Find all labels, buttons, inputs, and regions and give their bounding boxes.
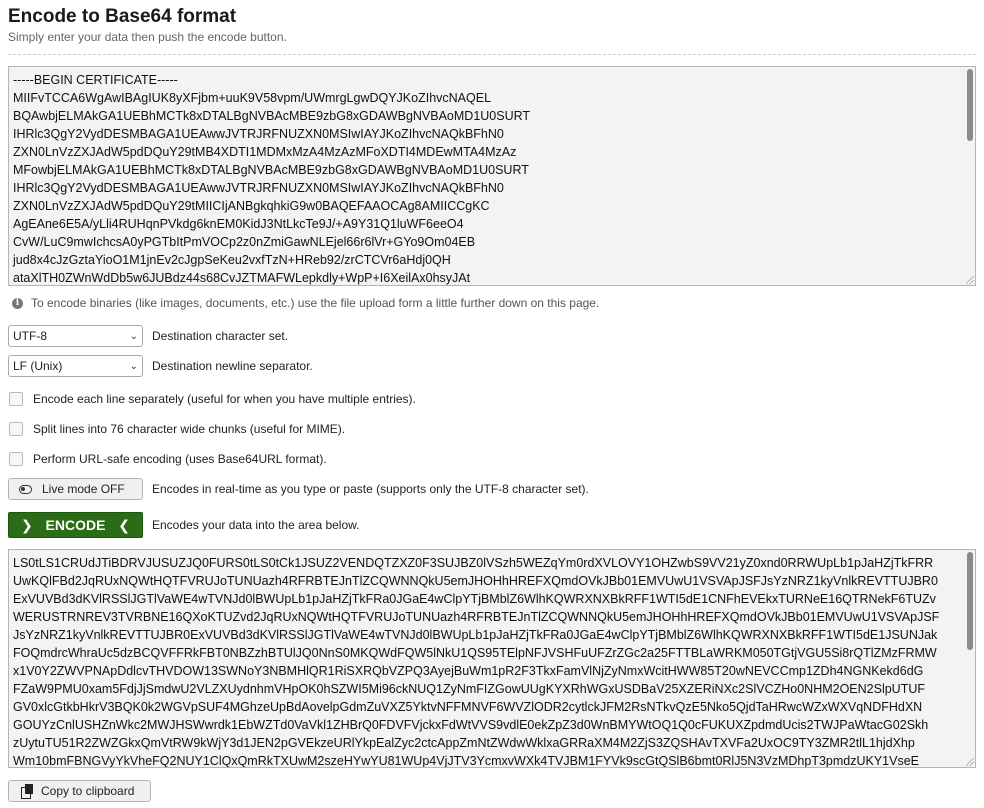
output-line: GV0xlcGtkbHkrV3BQK0k2WGVpSUF4MGhzeUpBdAo… (13, 700, 923, 714)
input-line: IHRlc3QgY2VydDESMBAGA1UEAwwJVTRJRFNUZXN0… (13, 127, 504, 141)
input-line: AgEAne6E5A/yLli4RUHqnPVkdg6knEM0KidJ3NtL… (13, 217, 464, 231)
input-line: CvW/LuC9mwIchcsA0yPGTbItPmVOCp2z0nZmiGaw… (13, 235, 476, 249)
output-line: LS0tLS1CRUdJTiBDRVJUSUZJQ0FURS0tLS0tCk1J… (13, 556, 934, 570)
input-line: MIIFvTCCA6WgAwIBAgIUK8yXFjbm+uuK9V58vpm/… (13, 91, 492, 105)
output-line: ExVUVBd3dKVlRSSlJGTlVaWE4wTVNJd0lBWUpLb1… (13, 592, 936, 606)
input-line: ZXN0LnVzZXJAdW5pdDQuY29tMB4XDTI1MDMxMzA4… (13, 145, 517, 159)
input-line: ataXlTH0ZWnWdDb5w6JUBdz44s68CvJZTMAFWLep… (13, 271, 471, 285)
newline-select[interactable]: LF (Unix) ⌄ (8, 355, 143, 377)
input-textarea[interactable]: -----BEGIN CERTIFICATE----- MIIFvTCCA6WgA… (8, 66, 976, 286)
input-scroll-thumb[interactable] (967, 69, 973, 141)
info-note: i To encode binaries (like images, docum… (8, 294, 976, 312)
newline-value: LF (Unix) (13, 359, 63, 373)
live-mode-row: Live mode OFF Encodes in real-time as yo… (8, 478, 976, 500)
encode-row: ❯ ENCODE ❮ Encodes your data into the ar… (8, 512, 976, 538)
output-text: LS0tLS1CRUdJTiBDRVJUSUZJQ0FURS0tLS0tCk1J… (9, 550, 975, 768)
page-subtitle: Simply enter your data then push the enc… (8, 30, 287, 44)
copy-button-label: Copy to clipboard (41, 784, 135, 798)
input-line: jud8x4cJzGztaYioO1M1jnEv2cJgpSeKeu2vxfTz… (13, 253, 451, 267)
charset-row: UTF-8 ⌄ Destination character set. (8, 325, 976, 347)
resize-grip-icon[interactable] (966, 758, 974, 766)
chevron-down-icon: ⌄ (129, 330, 138, 342)
input-scrollbar[interactable] (965, 67, 975, 285)
output-line: FZaW9PMU0xam5FdjJjSmdwU2VLZXUydnhmVHpOK0… (13, 682, 926, 696)
output-scroll-thumb[interactable] (967, 552, 973, 650)
chevron-right-icon: ❯ (21, 516, 33, 533)
newline-row: LF (Unix) ⌄ Destination newline separato… (8, 355, 976, 377)
each-line-label[interactable]: Encode each line separately (useful for … (33, 392, 416, 406)
toggle-icon (19, 484, 32, 494)
each-line-row: Encode each line separately (useful for … (8, 392, 976, 406)
info-icon: i (12, 297, 23, 309)
input-text: -----BEGIN CERTIFICATE----- MIIFvTCCA6WgA… (9, 67, 975, 285)
output-line: Wm10bmFBNGVyYkVheFQ2NUY1ClQxQmRkTXUwM2sz… (13, 754, 920, 768)
url-safe-row: Perform URL-safe encoding (uses Base64UR… (8, 452, 976, 466)
chevron-left-icon: ❮ (118, 516, 130, 533)
copy-to-clipboard-button[interactable]: Copy to clipboard (8, 780, 151, 802)
live-mode-button-label: Live mode OFF (42, 482, 125, 496)
split-lines-label[interactable]: Split lines into 76 character wide chunk… (33, 422, 345, 436)
charset-label: Destination character set. (152, 329, 289, 343)
encode-button-label: ENCODE (45, 517, 106, 533)
live-mode-button[interactable]: Live mode OFF (8, 478, 143, 500)
output-line: zUytuTU51R2ZWZGkxQmVtRW9kWjY3d1JEN2pGVEk… (13, 736, 915, 750)
output-line: JsYzNRZ1kyVnlkREVTTUJBR0ExVUVBd3dKVlRSSl… (13, 628, 938, 642)
split-lines-checkbox[interactable] (9, 422, 23, 436)
copy-icon (21, 784, 33, 799)
output-line: GOUYzCnlUSHZnWkc2MWJHSWwrdk1EbWZTd0VaVkl… (13, 718, 929, 732)
chevron-down-icon: ⌄ (129, 360, 138, 372)
output-line: FOQmdrcWhraUc5dzBCQVFFRkFBT0NBZzhBTUlJQ0… (13, 646, 937, 660)
input-line: ZXN0LnVzZXJAdW5pdDQuY29tMIICIjANBgkqhkiG… (13, 199, 490, 213)
live-mode-label: Encodes in real-time as you type or past… (152, 482, 589, 496)
input-line: MFowbjELMAkGA1UEBhMCTk8xDTALBgNVBAcMBE9z… (13, 163, 529, 177)
output-line: x1V0Y2ZWVPNApDdlcvTHVDOW13SWNoY3NBMHlQR1… (13, 664, 924, 678)
newline-label: Destination newline separator. (152, 359, 313, 373)
output-line: UwKQlFBd2JqRUxNQWtHQTFVRUJoTUNUazh4RFRBT… (13, 574, 938, 588)
each-line-checkbox[interactable] (9, 392, 23, 406)
divider (8, 54, 976, 55)
output-line: WERUSTRNREV3TVRBNE16QXoKTUZvd2JqRUxNQWtH… (13, 610, 940, 624)
output-textarea[interactable]: LS0tLS1CRUdJTiBDRVJUSUZJQ0FURS0tLS0tCk1J… (8, 549, 976, 768)
url-safe-checkbox[interactable] (9, 452, 23, 466)
input-line: -----BEGIN CERTIFICATE----- (13, 73, 178, 87)
input-line: BQAwbjELMAkGA1UEBhMCTk8xDTALBgNVBAcMBE9z… (13, 109, 531, 123)
output-scrollbar[interactable] (965, 550, 975, 767)
charset-value: UTF-8 (13, 329, 47, 343)
url-safe-label[interactable]: Perform URL-safe encoding (uses Base64UR… (33, 452, 327, 466)
charset-select[interactable]: UTF-8 ⌄ (8, 325, 143, 347)
encode-button[interactable]: ❯ ENCODE ❮ (8, 512, 143, 538)
info-text: To encode binaries (like images, documen… (31, 296, 600, 310)
encode-label: Encodes your data into the area below. (152, 518, 360, 532)
page-title: Encode to Base64 format (8, 6, 237, 27)
split-lines-row: Split lines into 76 character wide chunk… (8, 422, 976, 436)
resize-grip-icon[interactable] (966, 276, 974, 284)
input-line: IHRlc3QgY2VydDESMBAGA1UEAwwJVTRJRFNUZXN0… (13, 181, 504, 195)
